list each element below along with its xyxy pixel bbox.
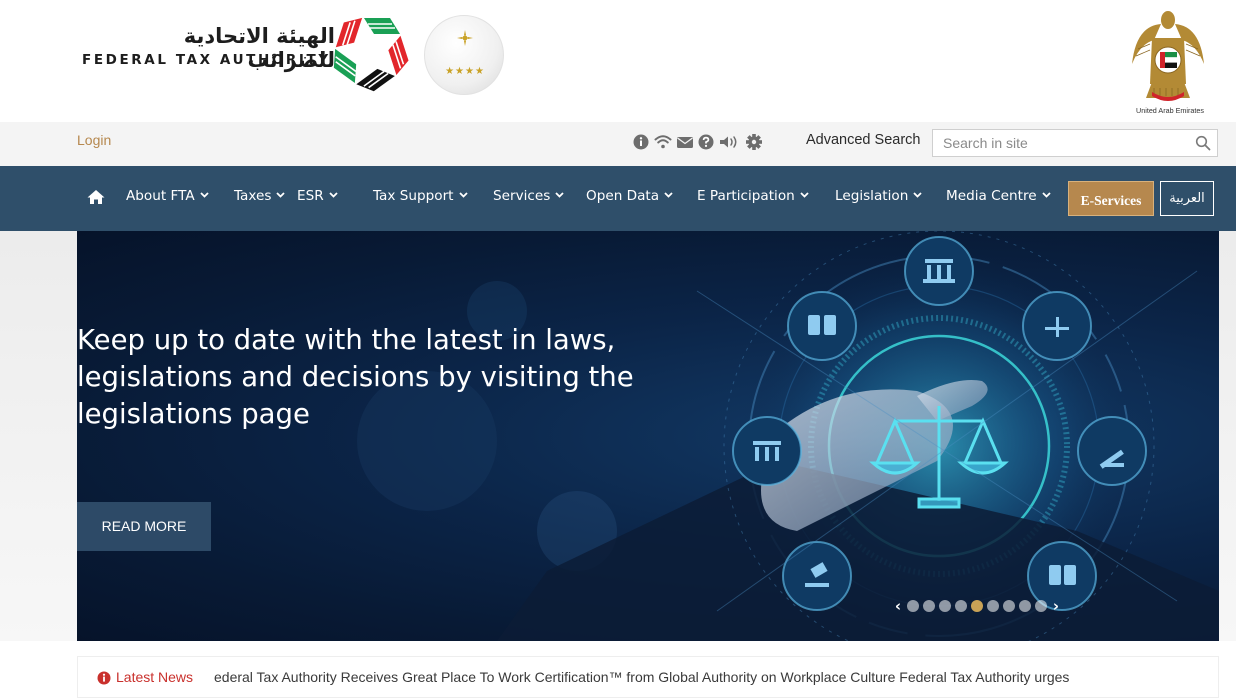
home-icon[interactable] bbox=[87, 189, 105, 205]
chevron-down-icon bbox=[329, 192, 338, 198]
hero-slider: Keep up to date with the latest in laws,… bbox=[77, 231, 1219, 641]
search-input[interactable] bbox=[933, 130, 1183, 156]
chevron-down-icon bbox=[458, 192, 468, 198]
e-services-button[interactable]: E-Services bbox=[1068, 181, 1154, 216]
gear-icon[interactable] bbox=[745, 132, 763, 152]
info-icon bbox=[97, 671, 111, 685]
uae-emblem-icon bbox=[1132, 11, 1204, 101]
chevron-down-icon bbox=[800, 192, 809, 198]
question-icon[interactable] bbox=[697, 132, 715, 152]
slider-dot[interactable] bbox=[971, 600, 983, 612]
site-header: الهيئة الاتحادية للضرائب FEDERAL TAX AUT… bbox=[0, 0, 1236, 122]
wifi-icon[interactable] bbox=[654, 132, 672, 152]
fta-name-english: FEDERAL TAX AUTHORITY bbox=[82, 52, 331, 68]
slider-dot[interactable] bbox=[923, 600, 935, 612]
nav-label: About FTA bbox=[126, 188, 195, 204]
chevron-down-icon bbox=[664, 192, 673, 198]
nav-label: Open Data bbox=[586, 188, 660, 204]
chevron-down-icon bbox=[200, 192, 209, 198]
legislation-illustration-icon bbox=[357, 231, 1219, 641]
nav-item-open-data[interactable]: Open Data bbox=[586, 188, 673, 204]
nav-item-about-fta[interactable]: About FTA bbox=[126, 188, 209, 204]
arabic-language-button[interactable]: العربية bbox=[1160, 181, 1214, 216]
nav-item-esr[interactable]: ESR bbox=[297, 188, 338, 204]
volume-icon[interactable] bbox=[718, 132, 740, 152]
chevron-down-icon bbox=[1041, 192, 1051, 198]
slider-prev-icon[interactable]: ‹ bbox=[893, 597, 903, 615]
fta-logo-icon[interactable] bbox=[330, 12, 410, 92]
slider-dot[interactable] bbox=[1003, 600, 1015, 612]
nav-label: E Participation bbox=[697, 188, 795, 204]
slider-dot[interactable] bbox=[1035, 600, 1047, 612]
nav-label: Media Centre bbox=[946, 188, 1037, 204]
slider-dot[interactable] bbox=[907, 600, 919, 612]
award-stars: ★★★★ bbox=[445, 66, 485, 77]
slider-dots bbox=[907, 600, 1047, 612]
star-emblem-icon bbox=[457, 30, 473, 46]
nav-item-taxes[interactable]: Taxes bbox=[234, 188, 286, 204]
nav-item-tax-support[interactable]: Tax Support bbox=[373, 188, 468, 204]
slider-dot[interactable] bbox=[987, 600, 999, 612]
chevron-down-icon bbox=[555, 192, 564, 198]
nav-item-media-centre[interactable]: Media Centre bbox=[946, 188, 1051, 204]
nav-label: Services bbox=[493, 188, 551, 204]
slider-pagination: ‹ › bbox=[893, 597, 1061, 615]
slider-dot[interactable] bbox=[939, 600, 951, 612]
latest-news-ticker: Latest News ederal Tax Authority Receive… bbox=[77, 656, 1219, 698]
envelope-icon[interactable] bbox=[676, 132, 694, 152]
slider-dot[interactable] bbox=[955, 600, 967, 612]
uae-label: United Arab Emirates bbox=[1136, 106, 1204, 115]
advanced-search-link[interactable]: Advanced Search bbox=[806, 132, 920, 148]
latest-news-label[interactable]: Latest News bbox=[116, 669, 193, 685]
search-box bbox=[932, 129, 1218, 157]
read-more-button[interactable]: READ MORE bbox=[77, 502, 211, 551]
news-headline-link[interactable]: ederal Tax Authority Receives Great Plac… bbox=[214, 669, 1069, 685]
nav-label: Taxes bbox=[234, 188, 272, 204]
chevron-down-icon bbox=[276, 192, 286, 198]
nav-item-e-participation[interactable]: E Participation bbox=[697, 188, 809, 204]
login-link[interactable]: Login bbox=[77, 132, 111, 148]
nav-item-services[interactable]: Services bbox=[493, 188, 564, 204]
info-icon[interactable] bbox=[632, 132, 650, 152]
hero-title: Keep up to date with the latest in laws,… bbox=[77, 324, 634, 430]
nav-label: ESR bbox=[297, 188, 324, 204]
nav-label: Legislation bbox=[835, 188, 909, 204]
nav-label: Tax Support bbox=[373, 188, 454, 204]
search-icon[interactable] bbox=[1195, 135, 1211, 151]
slider-next-icon[interactable]: › bbox=[1051, 597, 1061, 615]
slider-dot[interactable] bbox=[1019, 600, 1031, 612]
chevron-down-icon bbox=[913, 192, 922, 198]
nav-item-legislation[interactable]: Legislation bbox=[835, 188, 922, 204]
award-seal-icon: ★★★★ bbox=[424, 15, 504, 95]
